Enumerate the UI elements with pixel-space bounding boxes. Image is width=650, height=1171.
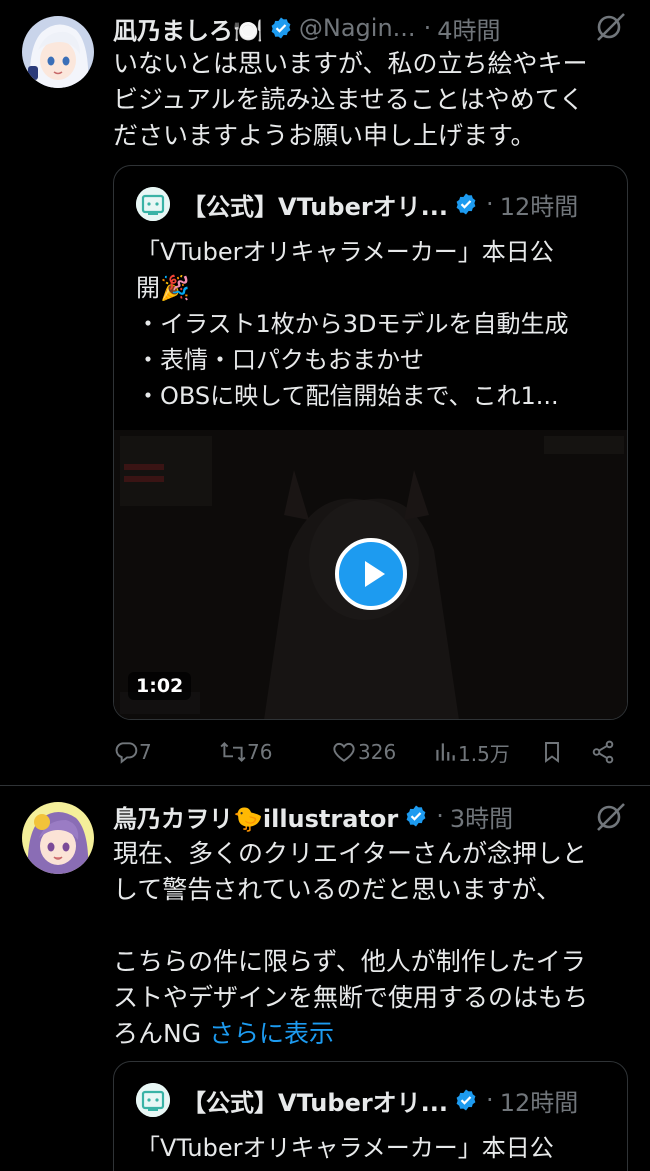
quoted-tweet[interactable]: 【公式】VTuberオリ... · 12時間 「VTuberオリキャラメーカー」… <box>113 1061 628 1171</box>
grok-icon[interactable] <box>594 10 628 44</box>
avatar[interactable] <box>22 16 94 88</box>
display-name[interactable]: 凪乃ましろ🍽️ <box>113 11 263 46</box>
timestamp[interactable]: 4時間 <box>437 11 500 46</box>
like-count: 326 <box>358 740 397 764</box>
quoted-tweet-text: 「VTuberオリキャラメーカー」本日公 開🎉 ・イラスト1枚から3Dモデルを自… <box>136 238 569 410</box>
play-button[interactable] <box>335 538 407 610</box>
tweet-text: いないとは思いますが、私の立ち絵やキー ビジュアルを読み込ませることはやめてく … <box>113 49 588 150</box>
play-icon <box>365 561 385 587</box>
separator-dot: · <box>423 14 432 42</box>
separator-dot: · <box>486 1086 494 1114</box>
show-more-link[interactable]: さらに表示 <box>209 1019 334 1048</box>
views-button[interactable]: 1.5万 <box>432 738 540 767</box>
reply-count: 7 <box>139 740 152 764</box>
tweet-1[interactable]: 凪乃ましろ🍽️ @Nagin... · 4時間 いないとは思いますが、私の立ち絵… <box>0 0 650 785</box>
views-count: 1.5万 <box>458 741 510 766</box>
timestamp[interactable]: 3時間 <box>450 799 513 834</box>
views-icon <box>436 743 455 761</box>
quoted-tweet-header: 【公式】VTuberオリ... · 12時間 <box>136 1080 607 1120</box>
quoted-display-name: 【公式】VTuberオリ... <box>182 192 449 221</box>
separator-dot: · <box>486 190 494 218</box>
share-button[interactable] <box>590 739 616 765</box>
verified-badge-icon <box>404 804 428 828</box>
tweet-2[interactable]: 鳥乃カヲリ🐤illustrator · 3時間 現在、多くのクリエイターさんが念… <box>0 786 650 1171</box>
tweet-actions: 7 76 326 1.5万 <box>113 734 632 770</box>
repost-button[interactable]: 76 <box>219 739 330 765</box>
video-duration: 1:02 <box>128 672 192 700</box>
quoted-timestamp: 12時間 <box>499 192 579 221</box>
tweet-text-body: 現在、多くのクリエイターさんが念押しと して警告されているのだと思いますが、 こ… <box>113 839 589 1048</box>
quoted-tweet-header: 【公式】VTuberオリ... · 12時間 <box>136 184 607 224</box>
verified-badge-icon <box>454 192 478 216</box>
verified-badge-icon <box>454 1088 478 1112</box>
repost-icon <box>220 742 246 762</box>
quoted-avatar <box>136 1083 170 1117</box>
quoted-avatar <box>136 187 170 221</box>
reply-button[interactable]: 7 <box>113 739 219 765</box>
separator-dot: · <box>436 802 444 830</box>
bookmark-icon <box>545 742 559 763</box>
like-icon <box>333 742 355 762</box>
repost-count: 76 <box>247 740 273 764</box>
like-button[interactable]: 326 <box>330 739 432 765</box>
quoted-display-name: 【公式】VTuberオリ... <box>182 1088 449 1117</box>
bookmark-button[interactable] <box>540 739 590 765</box>
video-player[interactable]: 1:02 <box>114 430 627 719</box>
display-name[interactable]: 鳥乃カヲリ🐤illustrator <box>113 799 398 834</box>
tweet-text: 現在、多くのクリエイターさんが念押しと して警告されているのだと思いますが、 こ… <box>113 836 632 1052</box>
grok-icon[interactable] <box>594 800 628 834</box>
quoted-tweet[interactable]: 【公式】VTuberオリ... · 12時間 「VTuberオリキャラメーカー」… <box>113 165 628 720</box>
reply-icon <box>115 742 138 764</box>
quoted-timestamp: 12時間 <box>499 1088 579 1117</box>
verified-badge-icon <box>269 16 293 40</box>
quoted-tweet-text: 「VTuberオリキャラメーカー」本日公 <box>136 1134 554 1162</box>
tweet-header: 鳥乃カヲリ🐤illustrator · 3時間 <box>113 796 610 836</box>
avatar[interactable] <box>22 802 94 874</box>
share-icon <box>592 740 614 764</box>
tweet-header: 凪乃ましろ🍽️ @Nagin... · 4時間 <box>113 8 610 48</box>
handle[interactable]: @Nagin... <box>299 14 416 42</box>
